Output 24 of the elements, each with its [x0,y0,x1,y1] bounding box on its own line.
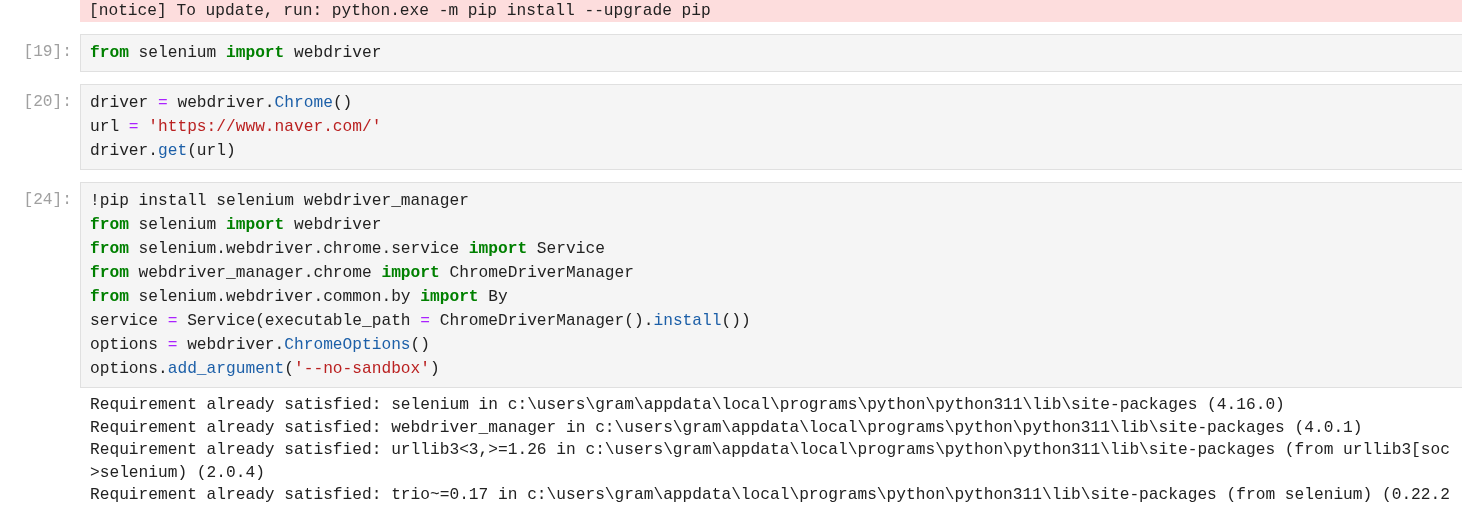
code-cell[interactable]: from selenium import webdriver [80,34,1462,72]
code-cell[interactable]: driver = webdriver.Chrome() url = 'https://www.naver.com/' driver.get(url) [80,84,1462,170]
output-line: >selenium) (2.0.4) [90,462,265,484]
code-line: options = webdriver.ChromeOptions() [90,335,432,356]
code-line: driver = webdriver.Chrome() [90,93,354,114]
notice-message: [notice] To update, run: python.exe -m pip install --upgrade pip [80,0,1462,22]
output-line: Requirement already satisfied: webdriver_manager in c:\users\gram\appdata\local\programs\python\python311\lib\site-packages (4.0.1) [90,417,1363,439]
code-line: driver.get(url) [90,141,237,162]
execution-count: [20]: [22,92,73,113]
execution-count: [19]: [22,42,73,63]
code-line: service = Service(executable_path = ChromeDriverManager().install()) [90,311,752,332]
output-line: Requirement already satisfied: urllib3<3,>=1.26 in c:\users\gram\appdata\local\programs\python\python311\lib\site-packages (from urllib3[soc [90,440,1450,461]
code-line: !pip install selenium webdriver_manager [90,191,470,212]
code-line: from selenium.webdriver.common.by import By [90,287,509,308]
code-line: from selenium import webdriver [90,215,383,236]
output-line: Requirement already satisfied: selenium in c:\users\gram\appdata\local\programs\python\python311\lib\site-packages (4.16.0) [90,395,1285,416]
code-line: url = 'https://www.naver.com/' [90,117,383,138]
code-line: from selenium import webdriver [90,43,383,64]
code-line: options.add_argument('--no-sandbox') [90,359,441,380]
output-line: Requirement already satisfied: trio~=0.17 in c:\users\gram\appdata\local\programs\python\python311\lib\site-packages (from selenium) (0.22.2 [90,485,1450,506]
execution-count: [24]: [22,190,73,211]
code-line: from selenium.webdriver.chrome.service import Service [90,239,606,260]
code-line: from webdriver_manager.chrome import ChromeDriverManager [90,263,636,284]
code-cell[interactable] [80,182,1462,388]
